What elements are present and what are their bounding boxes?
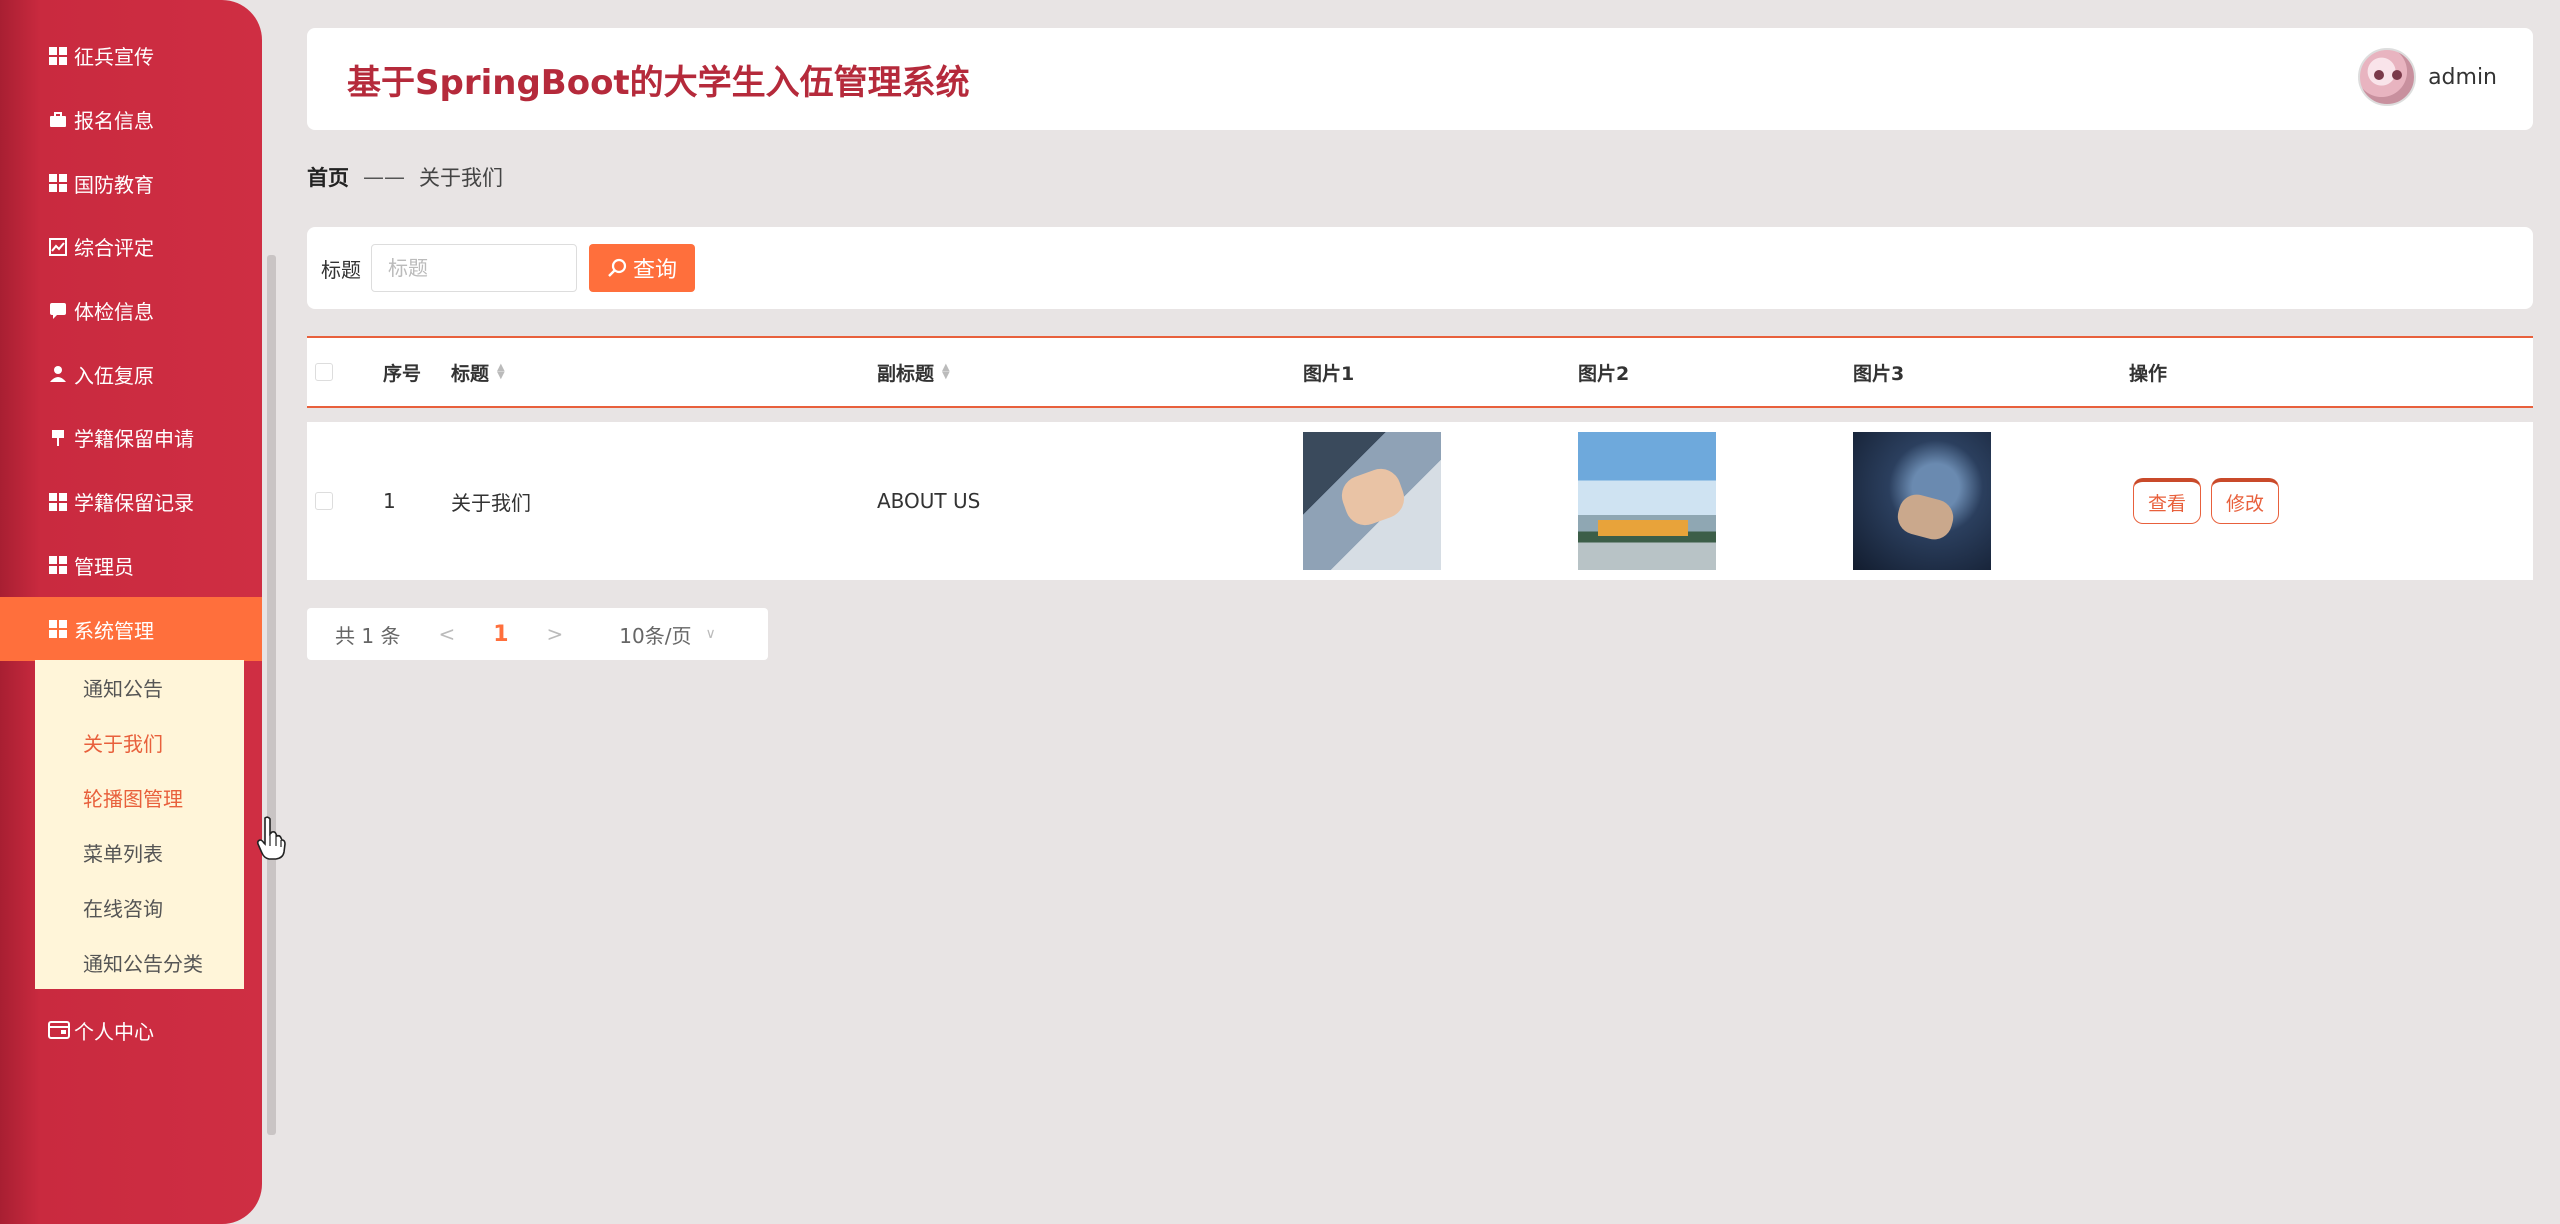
submenu-item-notice-category[interactable]: 通知公告分类: [35, 935, 244, 990]
sidebar-item-enlistment[interactable]: 入伍复原: [0, 342, 262, 406]
breadcrumb-home[interactable]: 首页: [307, 162, 349, 192]
sidebar-item-label: 国防教育: [74, 172, 154, 197]
sidebar-item-label: 体检信息: [74, 300, 154, 325]
table-header: 序号 标题 ▲ ▼ 副标题 ▲ ▼ 图片1 图片2 图片3 操作: [307, 336, 2533, 408]
sidebar-item-evaluation[interactable]: 综合评定: [0, 215, 262, 279]
header-image2: 图片2: [1578, 362, 1630, 385]
header-actions: 操作: [2129, 362, 2168, 385]
edit-button[interactable]: 修改: [2211, 478, 2279, 524]
building-image[interactable]: [1578, 432, 1716, 570]
grid-icon: [48, 492, 68, 512]
page-title: 基于SpringBoot的大学生入伍管理系统: [347, 62, 970, 103]
row-actions: 查看 修改: [2133, 422, 2289, 580]
page-size-select[interactable]: 10条/页 ∨: [619, 620, 715, 649]
sidebar-item-registration[interactable]: 报名信息: [0, 88, 262, 152]
row-image2-cell: [1578, 422, 1716, 580]
breadcrumb-separator: ——: [363, 165, 405, 189]
user-icon: [48, 364, 68, 384]
chat-icon: [48, 301, 68, 321]
search-button-label: 查询: [632, 258, 677, 283]
header: 基于SpringBoot的大学生入伍管理系统 admin: [307, 28, 2533, 130]
submenu-item-carousel[interactable]: 轮播图管理: [35, 770, 244, 825]
sidebar-item-label: 管理员: [74, 554, 134, 579]
page-size-label: 10条/页: [619, 623, 692, 648]
pin-icon: [48, 428, 68, 448]
sidebar-item-system[interactable]: 系统管理: [0, 597, 262, 661]
sidebar-item-personal-center[interactable]: 个人中心: [0, 1000, 262, 1060]
sidebar-item-label: 系统管理: [74, 618, 154, 643]
sort-icon[interactable]: ▲ ▼: [497, 363, 505, 381]
pagination-total: 共 1 条: [335, 623, 401, 648]
row-title: 关于我们: [451, 490, 531, 515]
select-all-checkbox[interactable]: [315, 363, 333, 381]
sidebar-item-label: 入伍复原: [74, 363, 154, 388]
sidebar-item-label: 学籍保留申请: [74, 427, 194, 452]
card-icon: [48, 1019, 70, 1041]
grid-icon: [48, 619, 68, 639]
sidebar-item-medical[interactable]: 体检信息: [0, 279, 262, 343]
search-icon: [607, 258, 627, 278]
header-image3: 图片3: [1853, 362, 1905, 385]
row-index: 1: [383, 489, 396, 513]
submenu-item-about[interactable]: 关于我们: [35, 715, 244, 770]
header-title[interactable]: 标题 ▲ ▼: [451, 338, 505, 406]
header-title-label: 标题: [451, 362, 490, 385]
sort-icon[interactable]: ▲ ▼: [942, 363, 950, 381]
sidebar-item-recruitment[interactable]: 征兵宣传: [0, 24, 262, 88]
select-all-cell: [315, 338, 333, 406]
row-select-cell: [315, 422, 333, 580]
sidebar-item-label: 征兵宣传: [74, 45, 154, 70]
table-row: 1 关于我们 ABOUT US 查看 修改: [307, 422, 2533, 580]
avatar[interactable]: [2358, 48, 2417, 106]
search-input[interactable]: [371, 244, 577, 292]
next-page-button[interactable]: >: [547, 622, 564, 646]
username[interactable]: admin: [2428, 65, 2497, 90]
sidebar: 征兵宣传 报名信息 国防教育 综合评定 体检信息 入伍复原 学籍保留申请 学籍保…: [0, 0, 262, 1224]
sidebar-item-label: 综合评定: [74, 236, 154, 261]
chart-icon: [48, 237, 68, 257]
submenu-item-notice[interactable]: 通知公告: [35, 660, 244, 715]
system-submenu: 通知公告 关于我们 轮播图管理 菜单列表 在线咨询 通知公告分类: [35, 660, 244, 989]
sidebar-item-reservation-record[interactable]: 学籍保留记录: [0, 470, 262, 534]
view-button[interactable]: 查看: [2133, 478, 2201, 524]
handshake-image[interactable]: [1303, 432, 1441, 570]
sidebar-item-label: 学籍保留记录: [74, 491, 194, 516]
handshake-dark-image[interactable]: [1853, 432, 1991, 570]
data-table: 序号 标题 ▲ ▼ 副标题 ▲ ▼ 图片1 图片2 图片3 操作 1 关于我们 AB…: [307, 336, 2533, 580]
row-image1-cell: [1303, 422, 1441, 580]
row-subtitle: ABOUT US: [877, 489, 981, 513]
sidebar-scrollbar[interactable]: [267, 255, 276, 1135]
hand-cursor-icon: [256, 816, 286, 860]
row-image3-cell: [1853, 422, 1991, 580]
breadcrumb-current: 关于我们: [419, 166, 503, 190]
row-checkbox[interactable]: [315, 492, 333, 510]
sidebar-item-admin[interactable]: 管理员: [0, 534, 262, 598]
prev-page-button[interactable]: <: [438, 622, 455, 646]
breadcrumb: 首页 —— 关于我们: [307, 162, 503, 192]
search-button[interactable]: 查询: [589, 244, 695, 292]
briefcase-icon: [48, 110, 68, 130]
header-index: 序号: [383, 362, 422, 385]
grid-icon: [48, 555, 68, 575]
grid-icon: [48, 173, 68, 193]
pagination: 共 1 条 < 1 > 10条/页 ∨: [307, 608, 768, 660]
submenu-item-consult[interactable]: 在线咨询: [35, 880, 244, 935]
search-label: 标题: [321, 257, 361, 282]
user-menu[interactable]: admin: [2358, 48, 2497, 106]
sidebar-item-reservation-apply[interactable]: 学籍保留申请: [0, 406, 262, 470]
header-subtitle[interactable]: 副标题 ▲ ▼: [877, 338, 950, 406]
sidebar-item-label: 报名信息: [74, 109, 154, 134]
sidebar-item-defense-education[interactable]: 国防教育: [0, 151, 262, 215]
sidebar-menu: 征兵宣传 报名信息 国防教育 综合评定 体检信息 入伍复原 学籍保留申请 学籍保…: [0, 24, 262, 661]
search-panel: 标题 查询: [307, 227, 2533, 309]
grid-icon: [48, 46, 68, 66]
sidebar-item-label: 个人中心: [74, 1019, 154, 1044]
submenu-item-menu-list[interactable]: 菜单列表: [35, 825, 244, 880]
page-number-1[interactable]: 1: [493, 622, 508, 647]
header-image1: 图片1: [1303, 362, 1355, 385]
chevron-down-icon: ∨: [705, 626, 716, 642]
header-subtitle-label: 副标题: [877, 362, 935, 385]
